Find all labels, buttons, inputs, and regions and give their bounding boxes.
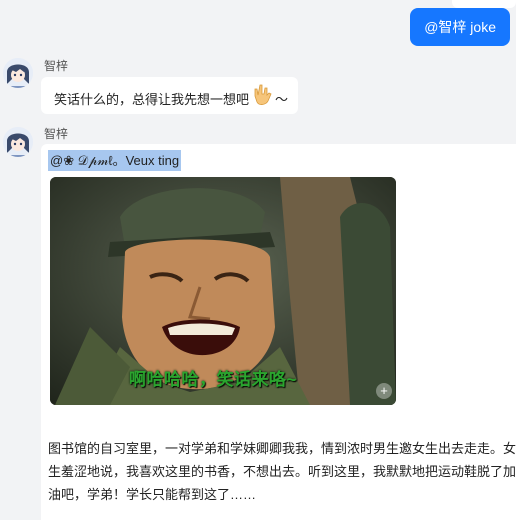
rock-hand-emoji-icon xyxy=(254,84,272,105)
bot-message-bubble: @❀ 𝒟𝓅𝓂ℓ。Veux ting 啊哈哈哈，笑话来咯~ + 图书馆的自习室里，… xyxy=(41,144,516,520)
sender-name: 智梓 xyxy=(44,59,69,73)
bot-message-bubble: 笑话什么的，总得让我先想一想吧 ～ xyxy=(41,77,298,114)
mention-text[interactable]: @❀ 𝒟𝓅𝓂ℓ。Veux ting xyxy=(48,150,182,171)
bot-avatar[interactable] xyxy=(3,127,33,157)
message-text: 笑话什么的，总得让我先想一想吧 xyxy=(54,92,250,107)
top-edge-bar xyxy=(452,0,516,8)
image-caption: 啊哈哈哈，笑话来咯~ xyxy=(129,370,297,389)
user-message-bubble: @智梓 joke xyxy=(410,8,510,46)
sender-name: 智梓 xyxy=(44,127,69,141)
zoom-in-icon[interactable]: + xyxy=(376,383,392,399)
meme-image[interactable]: 啊哈哈哈，笑话来咯~ + xyxy=(50,177,396,405)
avatar-anime-girl-icon xyxy=(3,127,33,157)
tilde-text: ～ xyxy=(275,92,289,107)
joke-text: 图书馆的自习室里，一对学弟和学妹卿卿我我，情到浓时男生邀女生出去走走。女生羞涩地… xyxy=(48,441,516,502)
avatar-anime-girl-icon xyxy=(3,58,33,88)
bot-avatar[interactable] xyxy=(3,58,33,88)
